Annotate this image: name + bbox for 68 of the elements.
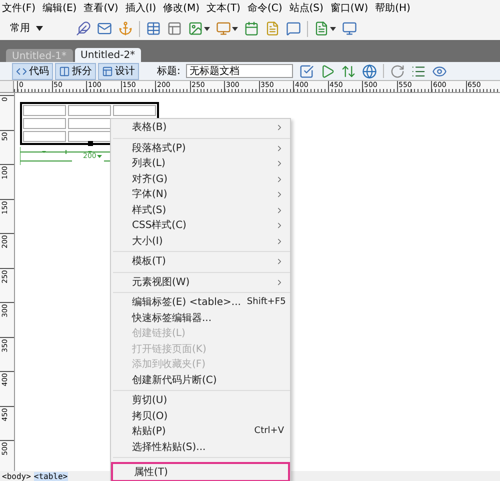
caret-icon[interactable] (232, 26, 238, 30)
transfer-icon[interactable] (341, 64, 356, 78)
tag-selector[interactable]: <body> (2, 472, 31, 480)
tag-selector[interactable]: <table> (34, 472, 68, 480)
table-icon[interactable] (146, 21, 161, 36)
document-tab[interactable]: Untitled-2* (74, 48, 142, 62)
view-button[interactable]: 拆分 (55, 62, 96, 80)
context-menu-item[interactable]: 元素视图(W) (111, 274, 290, 290)
page-icon[interactable] (314, 21, 329, 36)
calendar-icon[interactable] (244, 21, 259, 36)
menu-item[interactable]: 文件(F) (2, 1, 36, 16)
table-cell (23, 118, 66, 129)
context-menu-item[interactable]: 粘贴(P) Ctrl+V (111, 424, 290, 440)
screen-icon[interactable] (342, 21, 357, 36)
refresh-icon[interactable] (390, 64, 406, 78)
category-dropdown[interactable]: 常用 (10, 21, 70, 36)
validate-icon[interactable] (299, 64, 314, 78)
caret-icon[interactable] (204, 26, 210, 30)
context-menu-item[interactable]: 段落格式(P) (111, 140, 290, 156)
list-icon[interactable] (411, 64, 426, 78)
menu-item[interactable]: 查看(V) (84, 1, 118, 16)
menu-item[interactable]: 编辑(E) (42, 1, 77, 16)
context-menu-item[interactable]: CSS样式(C) (111, 218, 290, 234)
globe-icon[interactable] (362, 64, 378, 78)
menu-item[interactable]: 修改(M) (163, 1, 200, 16)
split-icon (59, 66, 70, 76)
context-menu-item[interactable]: 拷贝(O) (111, 408, 290, 424)
mail-icon[interactable] (97, 21, 112, 36)
table-cell (113, 105, 156, 116)
title-field[interactable]: 无标题文档 (186, 64, 294, 78)
table-cell (23, 131, 66, 142)
menu-item[interactable]: 帮助(H) (375, 1, 410, 16)
context-menu-item[interactable]: 选择性粘贴(S)... (111, 440, 290, 455)
table-cell (68, 105, 111, 116)
view-button[interactable]: 设计 (98, 62, 139, 80)
context-menu-item[interactable]: 列表(L) (111, 156, 290, 172)
context-menu-item[interactable]: 大小(I) (111, 234, 290, 249)
comment-icon[interactable] (286, 21, 301, 36)
resize-handle[interactable] (88, 141, 93, 146)
menu-item[interactable]: 插入(I) (125, 1, 156, 16)
context-menu-item[interactable]: 编辑标签(E) <table>... Shift+F5 (111, 295, 290, 310)
layout-icon (102, 66, 113, 76)
context-menu-item[interactable]: 表格(B) (111, 120, 290, 136)
quill-icon[interactable] (76, 21, 91, 36)
menu-item[interactable]: 命令(C) (247, 1, 282, 16)
context-menu-item[interactable]: 字体(N) (111, 187, 290, 202)
eye-icon[interactable] (432, 64, 448, 78)
context-menu-item[interactable]: 剪切(U) (111, 393, 290, 408)
play-icon[interactable] (320, 64, 336, 78)
context-menu-item[interactable]: 创建新代码片断(C) (111, 372, 290, 388)
context-menu-item[interactable]: 对齐(G) (111, 172, 290, 187)
view-button[interactable]: 代码 (12, 62, 53, 80)
menu-item[interactable]: 窗口(W) (330, 1, 368, 16)
anchor-icon[interactable] (118, 21, 133, 36)
menu-item[interactable]: 文本(T) (206, 1, 240, 16)
context-menu-item[interactable]: 样式(S) (111, 202, 290, 218)
layout-icon[interactable] (167, 21, 182, 36)
image-icon[interactable] (188, 21, 203, 36)
title-label: 标题: (157, 64, 180, 78)
context-menu-item[interactable]: 属性(T) (111, 462, 290, 481)
caret-icon[interactable] (36, 26, 43, 31)
context-menu-item[interactable]: 快速标签编辑器... (111, 310, 290, 326)
context-menu-item[interactable]: 模板(T) (111, 254, 290, 270)
document-icon[interactable] (265, 21, 280, 36)
table-cell (23, 105, 66, 116)
code-icon (16, 66, 27, 76)
menu-item[interactable]: 站点(S) (289, 1, 324, 16)
caret-icon[interactable] (330, 26, 336, 30)
